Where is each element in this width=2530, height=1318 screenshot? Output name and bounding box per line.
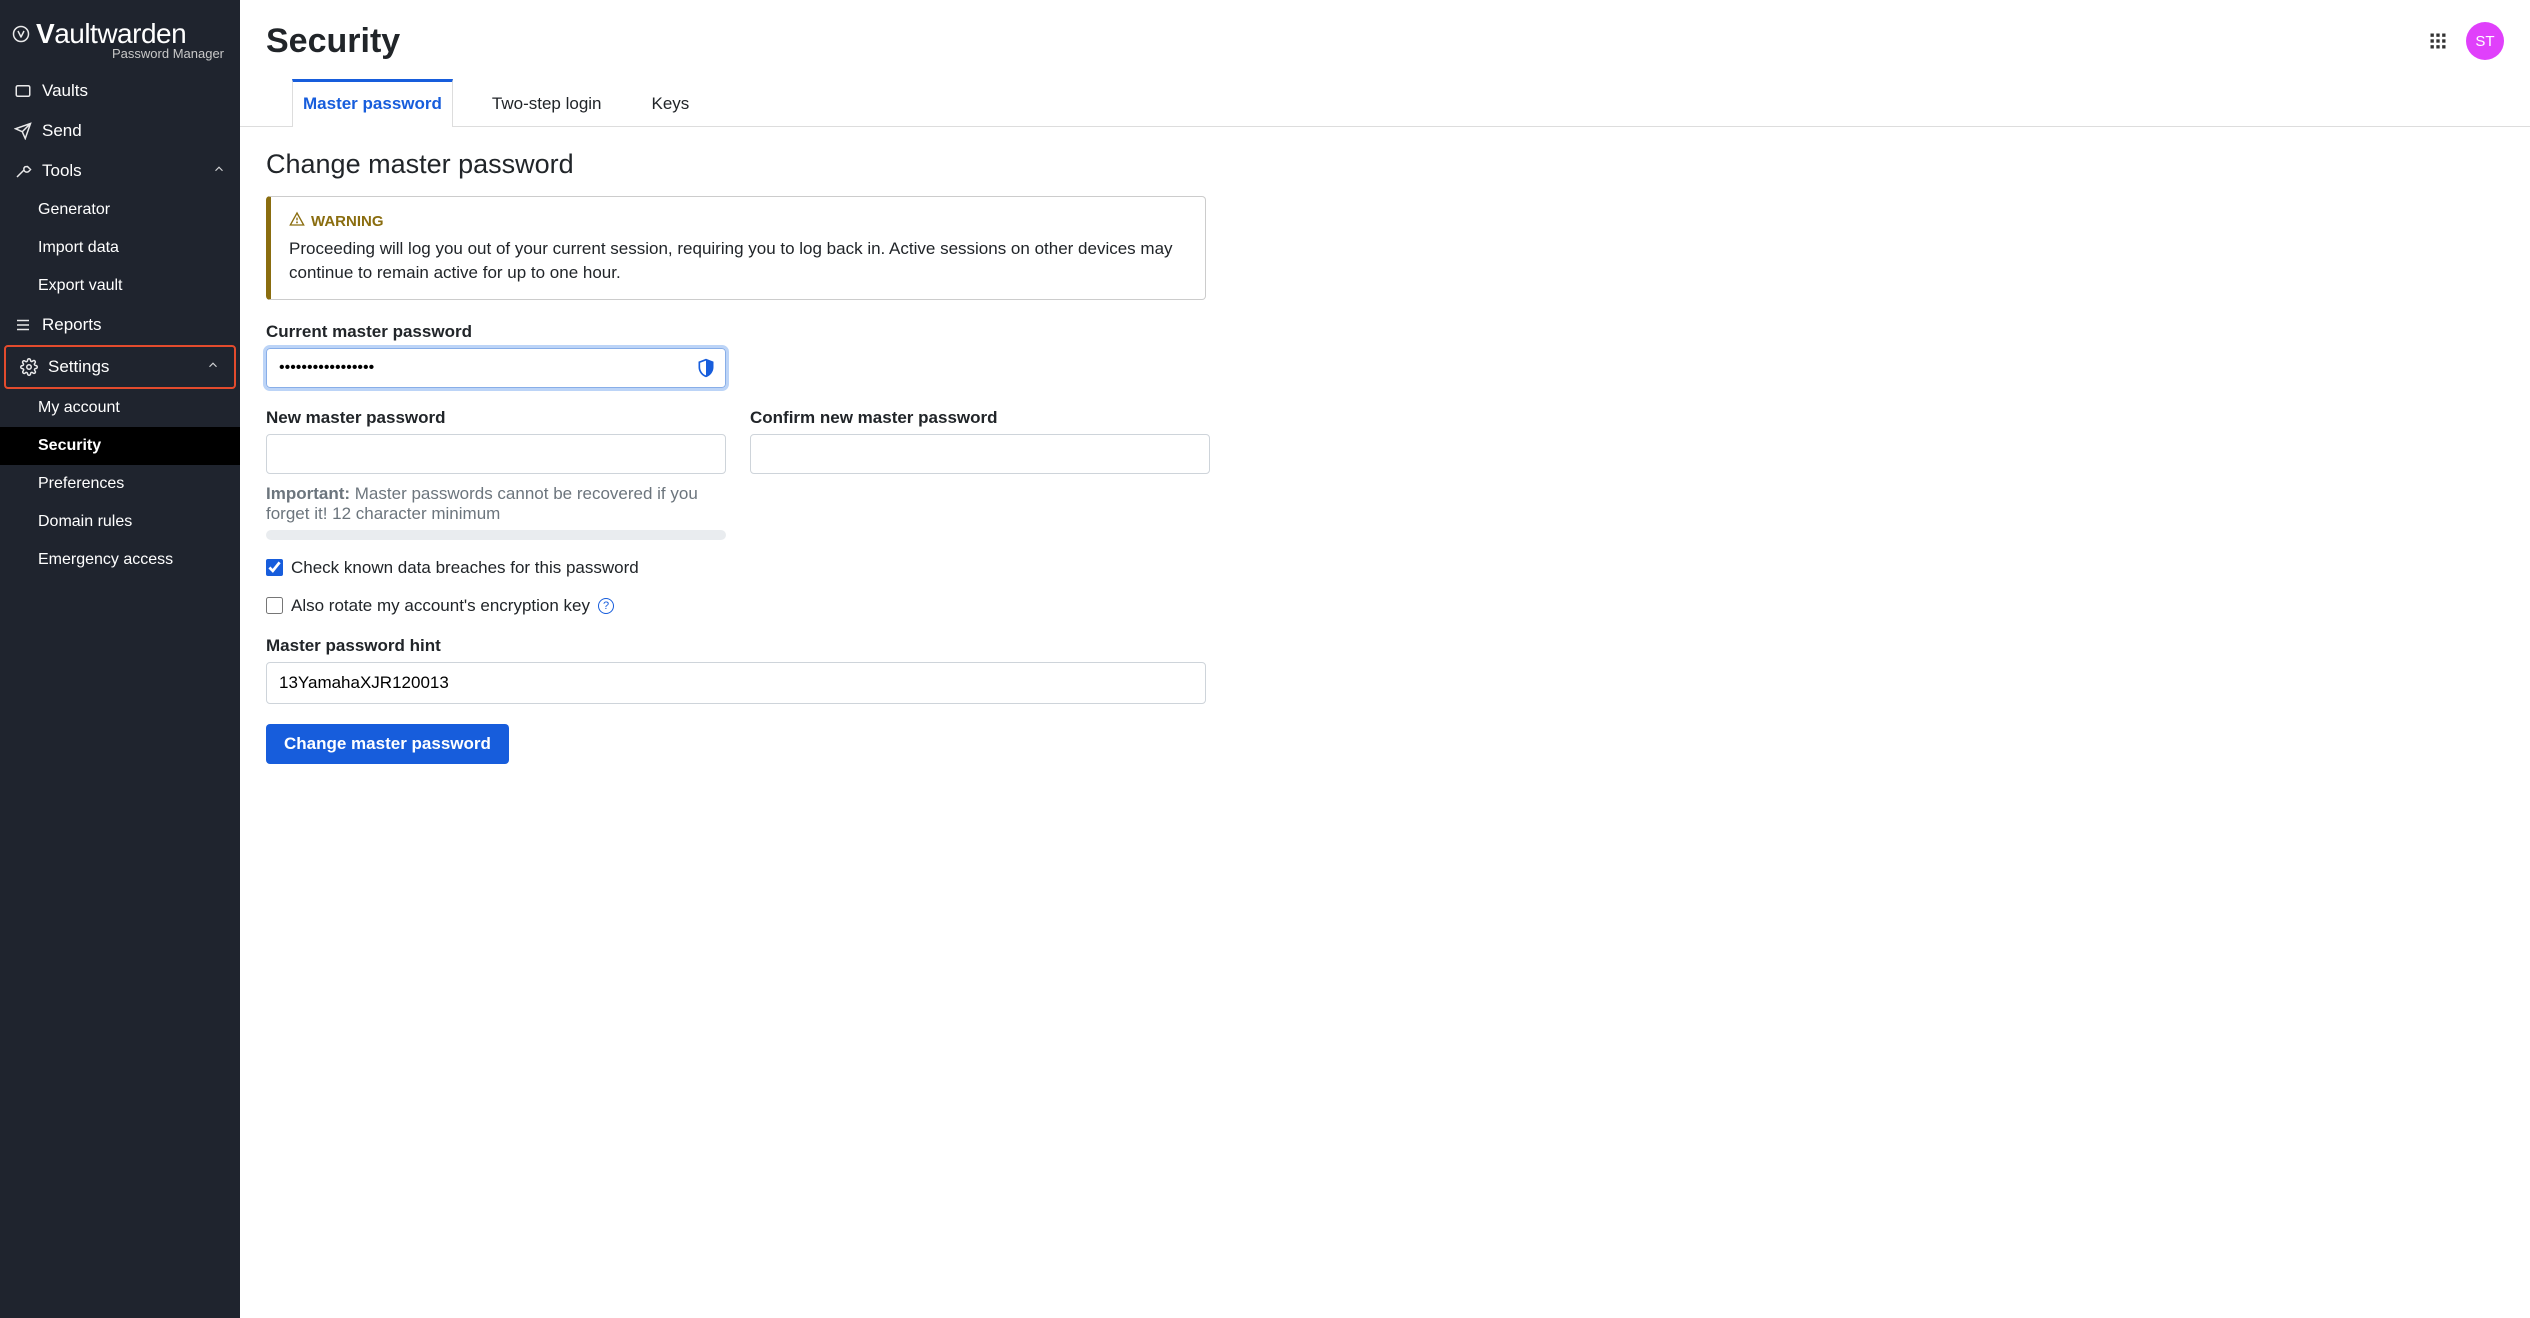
tabs: Master password Two-step login Keys — [266, 79, 726, 126]
gear-icon — [20, 358, 38, 376]
sidebar-item-emergency[interactable]: Emergency access — [0, 541, 240, 579]
list-icon — [14, 316, 32, 334]
content-area: Change master password WARNING Proceedin… — [240, 127, 1470, 804]
apps-grid-icon[interactable] — [2428, 31, 2448, 51]
send-icon — [14, 122, 32, 140]
wrench-icon — [14, 162, 32, 180]
sidebar-label: Vaults — [42, 81, 88, 101]
logo-icon — [12, 19, 30, 49]
chevron-up-icon — [206, 357, 220, 377]
sidebar-item-preferences[interactable]: Preferences — [0, 465, 240, 503]
change-password-button[interactable]: Change master password — [266, 724, 509, 764]
sidebar-item-reports[interactable]: Reports — [0, 305, 240, 345]
tab-keys[interactable]: Keys — [641, 79, 701, 126]
password-strength-bar — [266, 530, 726, 540]
rotate-key-checkbox[interactable] — [266, 597, 283, 614]
confirm-password-input[interactable] — [750, 434, 1210, 474]
sidebar-label: Emergency access — [38, 551, 173, 569]
logo: Vaultwarden Password Manager — [0, 0, 240, 71]
important-note: Important: Master passwords cannot be re… — [266, 484, 726, 524]
sidebar-label: Settings — [48, 357, 109, 377]
warning-icon — [289, 211, 305, 231]
sidebar-item-settings[interactable]: Settings — [6, 347, 234, 387]
main-content: Security Master password Two-step login … — [240, 0, 2530, 1318]
sidebar-label: Security — [38, 437, 101, 455]
sidebar-label: Generator — [38, 201, 110, 219]
sidebar-item-generator[interactable]: Generator — [0, 191, 240, 229]
warning-body: Proceeding will log you out of your curr… — [289, 237, 1187, 285]
sidebar-label: Domain rules — [38, 513, 132, 531]
new-password-label: New master password — [266, 408, 726, 428]
hint-label: Master password hint — [266, 636, 1444, 656]
check-breaches-checkbox[interactable] — [266, 559, 283, 576]
sidebar-item-security[interactable]: Security — [0, 427, 240, 465]
tab-two-step[interactable]: Two-step login — [481, 79, 613, 126]
current-password-label: Current master password — [266, 322, 1444, 342]
tab-master-password[interactable]: Master password — [292, 79, 453, 126]
sidebar-label: Preferences — [38, 475, 124, 493]
warning-label: WARNING — [311, 213, 384, 230]
rotate-key-label: Also rotate my account's encryption key — [291, 596, 590, 616]
warning-callout: WARNING Proceeding will log you out of y… — [266, 196, 1206, 300]
vault-icon — [14, 82, 32, 100]
topbar: Security Master password Two-step login … — [240, 0, 2530, 127]
shield-icon[interactable] — [696, 358, 716, 378]
sidebar-label: Import data — [38, 239, 119, 257]
check-breaches-label: Check known data breaches for this passw… — [291, 558, 639, 578]
help-icon[interactable]: ? — [598, 598, 614, 614]
sidebar-label: Reports — [42, 315, 102, 335]
avatar[interactable]: ST — [2466, 22, 2504, 60]
sidebar-item-domain-rules[interactable]: Domain rules — [0, 503, 240, 541]
sidebar: Vaultwarden Password Manager Vaults Send… — [0, 0, 240, 1318]
sidebar-label: Tools — [42, 161, 82, 181]
confirm-password-label: Confirm new master password — [750, 408, 1210, 428]
sidebar-item-vaults[interactable]: Vaults — [0, 71, 240, 111]
sidebar-item-export[interactable]: Export vault — [0, 267, 240, 305]
sidebar-item-import[interactable]: Import data — [0, 229, 240, 267]
sidebar-label: My account — [38, 399, 120, 417]
sidebar-item-send[interactable]: Send — [0, 111, 240, 151]
sidebar-item-my-account[interactable]: My account — [0, 389, 240, 427]
section-heading: Change master password — [266, 149, 1444, 180]
page-title: Security — [266, 22, 726, 61]
current-password-input[interactable] — [266, 348, 726, 388]
sidebar-item-tools[interactable]: Tools — [0, 151, 240, 191]
hint-input[interactable] — [266, 662, 1206, 704]
sidebar-label: Send — [42, 121, 82, 141]
sidebar-label: Export vault — [38, 277, 122, 295]
chevron-up-icon — [212, 161, 226, 181]
new-password-input[interactable] — [266, 434, 726, 474]
